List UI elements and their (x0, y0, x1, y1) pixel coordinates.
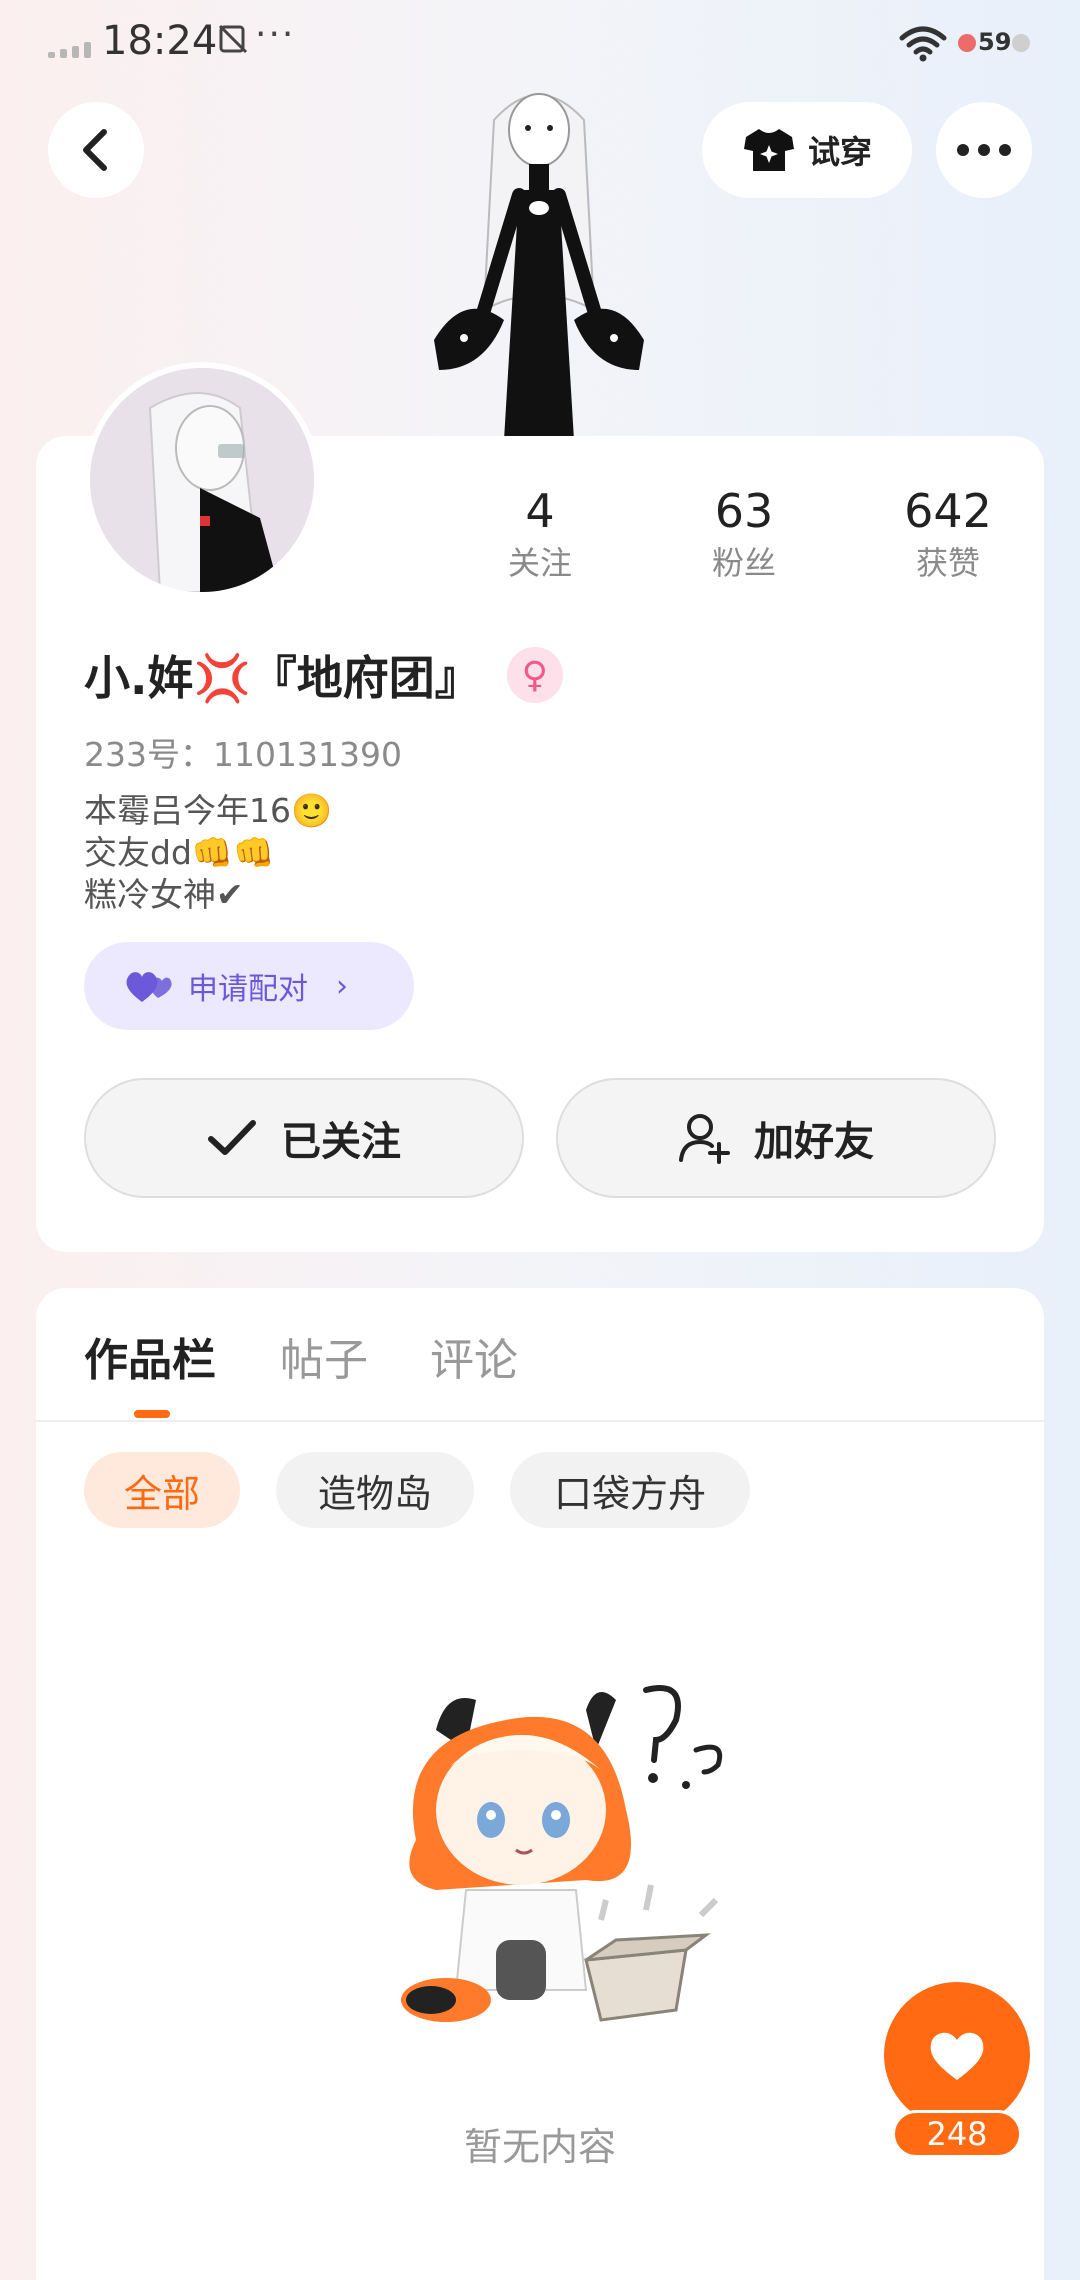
user-name: 小.姩💢『地府团』 (84, 651, 481, 705)
stat-likes[interactable]: 642 获赞 (848, 482, 1048, 586)
following-label: 已关注 (281, 1119, 401, 1165)
filter-chip-pocket-ark[interactable]: 口袋方舟 (510, 1452, 750, 1528)
more-horizontal-icon (957, 144, 1011, 156)
bio-line: 本霉吕今年16🙂 (84, 791, 333, 830)
stat-label: 关注 (507, 544, 572, 582)
request-pair-label: 申请配对 (188, 972, 308, 1007)
battery-level: 59 (978, 28, 1012, 56)
no-sim-icon (218, 24, 250, 62)
profile-stats: 4 关注 63 粉丝 642 获赞 (440, 482, 1040, 592)
status-time: 18:24 (102, 18, 218, 64)
stat-value: 63 (714, 484, 774, 538)
more-options-button[interactable] (936, 102, 1032, 198)
status-more-icon: ··· (255, 14, 296, 55)
chevron-right-icon: › (336, 968, 348, 1004)
status-bar: 18:24 ··· 59 (0, 0, 1080, 90)
tab-comments[interactable]: 评论 (430, 1324, 518, 1388)
tab-posts[interactable]: 帖子 (280, 1324, 368, 1388)
add-friend-label: 加好友 (754, 1119, 874, 1165)
tab-divider (36, 1420, 1044, 1422)
try-on-label: 试穿 (807, 133, 872, 171)
avatar[interactable] (84, 362, 320, 598)
battery-indicator: 59 (958, 28, 1030, 58)
double-heart-icon (126, 972, 172, 1002)
bio-line: 糕冷女神✔ (84, 875, 244, 914)
filter-chip-all[interactable]: 全部 (84, 1452, 240, 1528)
bio-line: 交友dd👊👊 (84, 833, 275, 872)
filter-chip-creation-island[interactable]: 造物岛 (276, 1452, 474, 1528)
back-button[interactable] (48, 102, 144, 198)
request-pair-button[interactable]: 申请配对 › (84, 942, 414, 1030)
name-row: 小.姩💢『地府团』 ♀ (84, 640, 563, 710)
heart-icon (930, 2032, 984, 2080)
tshirt-icon (743, 129, 794, 171)
avatar-3d-figure (424, 80, 654, 440)
female-gender-icon: ♀ (506, 647, 563, 703)
check-icon (208, 1120, 256, 1155)
signal-icon (48, 40, 94, 58)
try-on-button[interactable]: 试穿 (702, 102, 912, 198)
stat-label: 获赞 (915, 544, 980, 582)
add-user-icon (679, 1114, 730, 1164)
empty-state-illustration (356, 1660, 756, 2060)
chevron-left-icon (83, 129, 107, 171)
stat-followers[interactable]: 63 粉丝 (644, 482, 844, 586)
stat-label: 粉丝 (711, 544, 776, 582)
stat-following[interactable]: 4 关注 (440, 482, 640, 586)
following-button[interactable]: 已关注 (84, 1078, 524, 1198)
stat-value: 642 (904, 484, 992, 538)
user-bio: 本霉吕今年16🙂 交友dd👊👊 糕冷女神✔ (84, 790, 332, 916)
tab-indicator (134, 1410, 170, 1418)
like-count: 248 (892, 2110, 1022, 2158)
stat-value: 4 (525, 484, 555, 538)
user-id: 233号：110131390 (84, 735, 402, 774)
wifi-icon (898, 24, 948, 62)
tab-works[interactable]: 作品栏 (84, 1324, 216, 1388)
add-friend-button[interactable]: 加好友 (556, 1078, 996, 1198)
like-button[interactable] (884, 1982, 1030, 2128)
